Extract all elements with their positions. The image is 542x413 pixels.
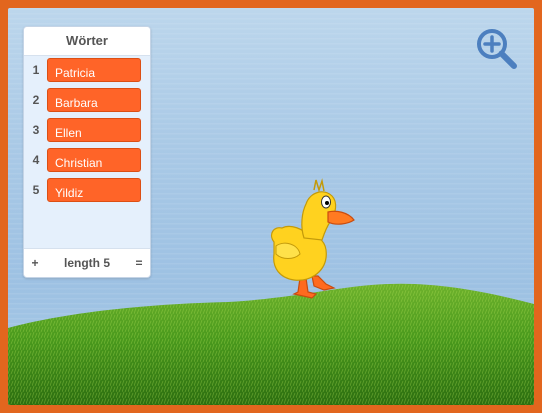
list-item[interactable]: 5 Yildiz <box>24 177 150 207</box>
list-item[interactable]: 2 Barbara <box>24 87 150 117</box>
duck-icon <box>270 178 355 299</box>
list-item-value[interactable]: Christian <box>47 148 141 172</box>
list-item-index: 5 <box>32 183 40 197</box>
list-item-value[interactable]: Barbara <box>47 88 141 112</box>
zoom-button[interactable] <box>474 26 520 72</box>
list-item-index: 3 <box>32 123 40 137</box>
list-item-value[interactable]: Ellen <box>47 118 141 142</box>
list-title: Wörter <box>24 27 150 56</box>
list-item-value[interactable]: Yildiz <box>47 178 141 202</box>
list-item-index: 2 <box>32 93 40 107</box>
list-monitor[interactable]: Wörter 1 Patricia 2 Barbara 3 Ellen 4 Ch… <box>23 26 151 278</box>
resize-handle[interactable]: = <box>132 249 146 277</box>
list-item[interactable]: 3 Ellen <box>24 117 150 147</box>
list-item[interactable]: 4 Christian <box>24 147 150 177</box>
duck-sprite[interactable] <box>264 168 364 308</box>
list-footer: + length 5 = <box>24 248 150 277</box>
stage[interactable]: Wörter 1 Patricia 2 Barbara 3 Ellen 4 Ch… <box>8 8 534 405</box>
list-item-index: 1 <box>32 63 40 77</box>
list-item-value[interactable]: Patricia <box>47 58 141 82</box>
zoom-in-icon <box>477 29 517 69</box>
list-item[interactable]: 1 Patricia <box>24 57 150 87</box>
list-item-index: 4 <box>32 153 40 167</box>
